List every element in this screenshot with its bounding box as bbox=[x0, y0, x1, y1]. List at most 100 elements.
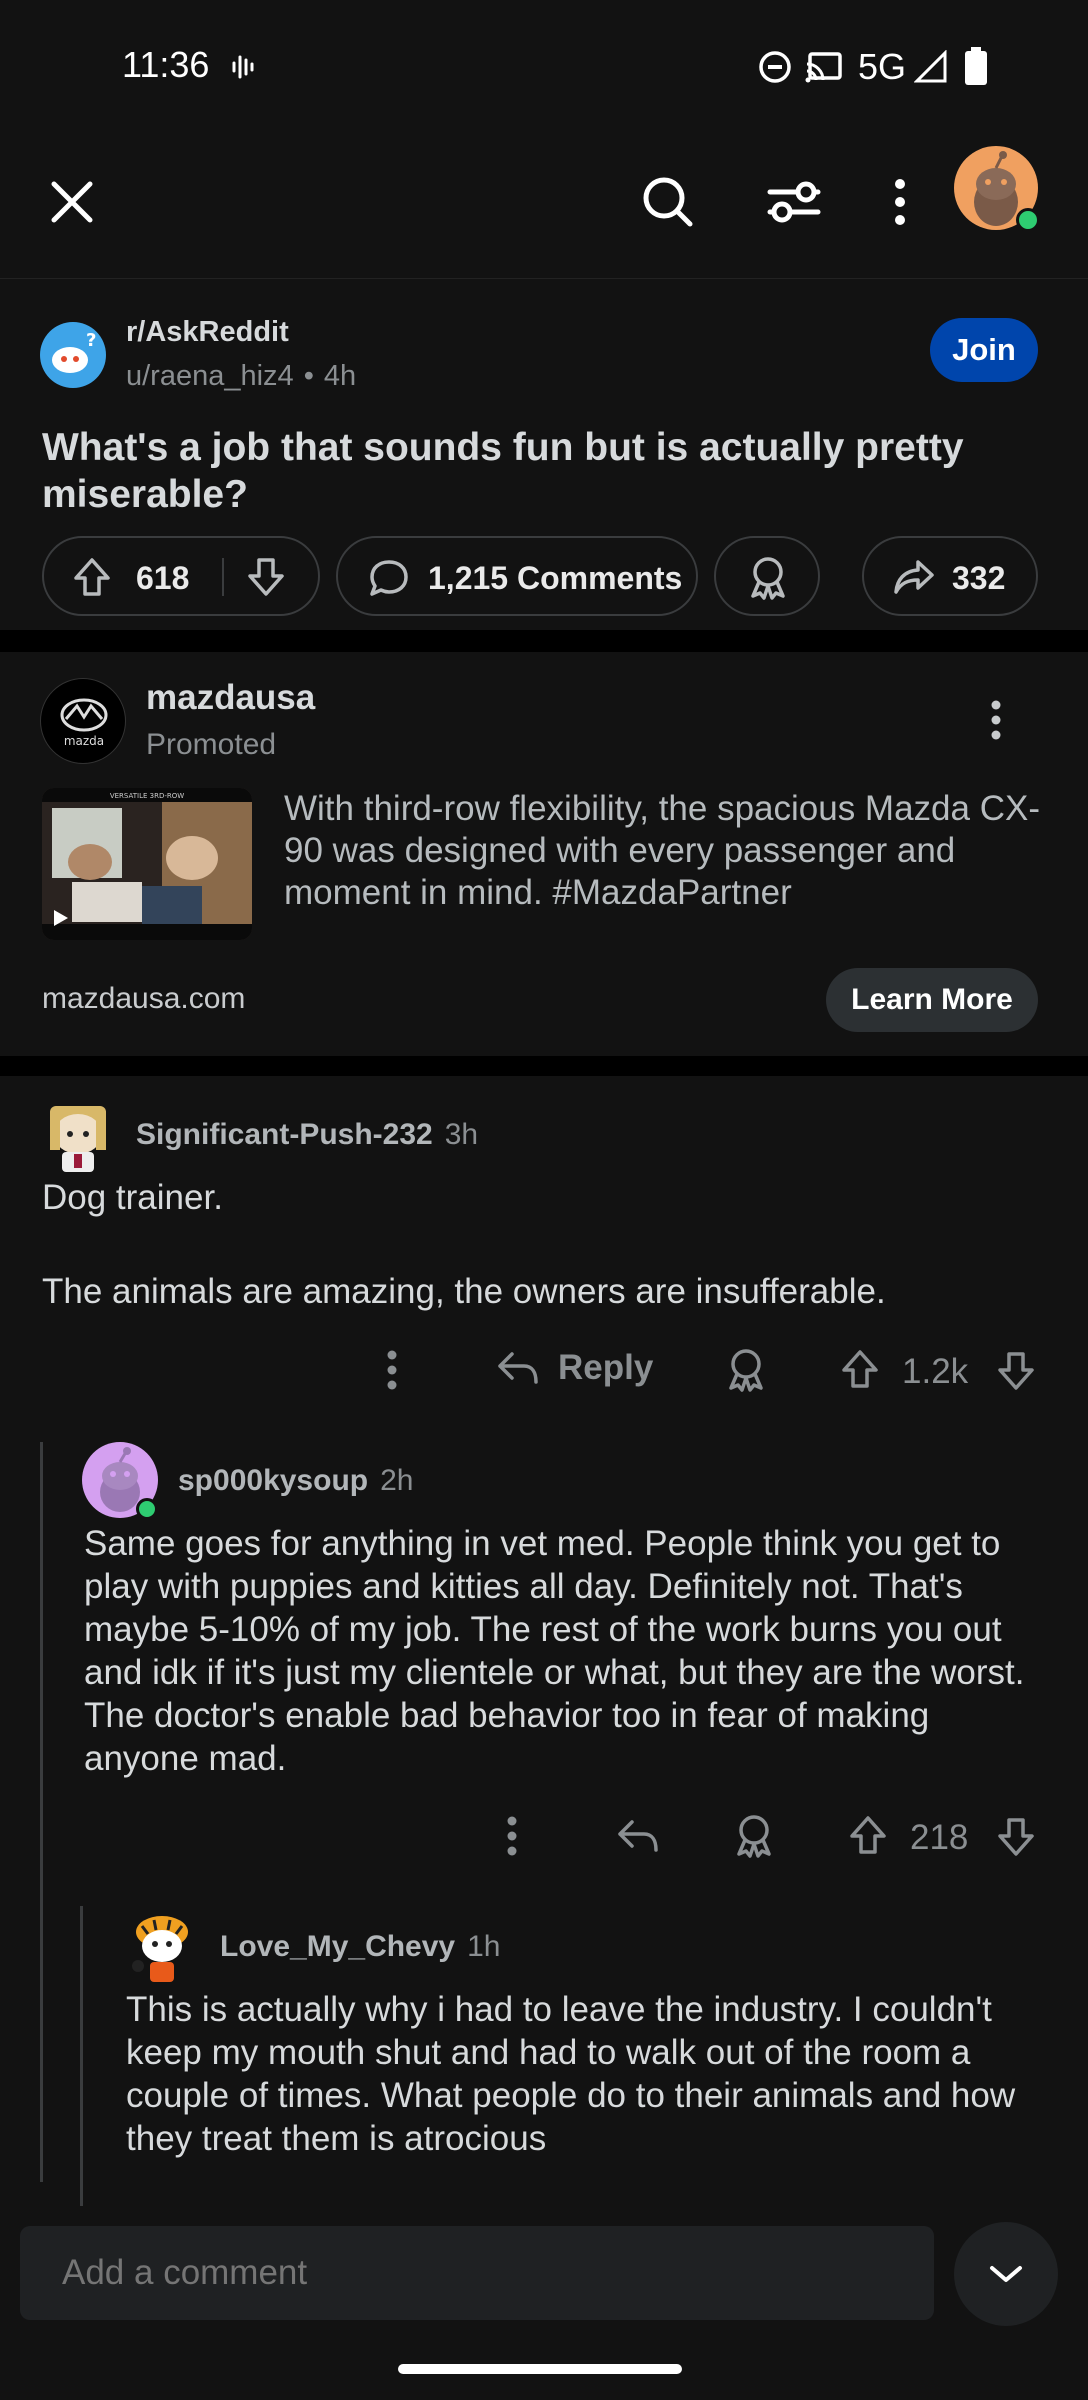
comment-author[interactable]: Significant-Push-232 bbox=[136, 1118, 433, 1152]
comment-upvote-button[interactable] bbox=[840, 1348, 880, 1390]
join-button[interactable]: Join bbox=[930, 318, 1038, 382]
post-age: 4h bbox=[323, 360, 357, 392]
comment-author[interactable]: Love_My_Chevy bbox=[220, 1930, 455, 1964]
askreddit-icon: ? bbox=[40, 322, 106, 388]
online-indicator bbox=[1016, 208, 1040, 232]
subreddit-name[interactable]: r/AskReddit bbox=[126, 316, 289, 349]
comment-body-line: Dog trainer. bbox=[42, 1178, 223, 1217]
post-score: 618 bbox=[136, 560, 190, 596]
search-icon bbox=[643, 177, 693, 227]
ad-video-thumbnail[interactable]: VERSATILE 3RD-ROW bbox=[42, 788, 252, 940]
vote-pill: 618 bbox=[42, 536, 320, 616]
more-vertical-icon bbox=[507, 1816, 517, 1856]
learn-more-button[interactable]: Learn More bbox=[826, 968, 1038, 1032]
thread-line[interactable] bbox=[80, 1906, 83, 2208]
commenter-avatar[interactable] bbox=[124, 1908, 200, 1984]
vote-divider bbox=[222, 558, 224, 596]
reply-icon bbox=[618, 1820, 658, 1852]
status-time: 11:36 bbox=[122, 44, 210, 85]
award-icon bbox=[737, 1815, 771, 1858]
downvote-icon bbox=[998, 1352, 1034, 1390]
chevron-down-icon bbox=[990, 2266, 1022, 2282]
advertiser-avatar[interactable]: mazda bbox=[40, 678, 126, 764]
downvote-icon bbox=[248, 558, 284, 596]
comment-downvote-button[interactable] bbox=[996, 1816, 1036, 1858]
comment-upvote-button[interactable] bbox=[848, 1814, 888, 1856]
network-label: 5G bbox=[858, 46, 907, 87]
home-indicator[interactable] bbox=[398, 2364, 682, 2374]
commenter-avatar[interactable] bbox=[82, 1442, 158, 1520]
more-vertical-icon bbox=[991, 700, 1001, 740]
section-divider bbox=[0, 1056, 1088, 1076]
comment-meta: sp000kysoup 2h bbox=[178, 1464, 413, 1498]
comment-more-button[interactable] bbox=[500, 1814, 524, 1858]
comment-body: This is actually why i had to leave the … bbox=[126, 1990, 1016, 2158]
add-comment-input[interactable] bbox=[20, 2226, 934, 2320]
commenter-avatar[interactable] bbox=[40, 1098, 116, 1174]
reply-button[interactable]: Reply bbox=[496, 1348, 653, 1388]
search-button[interactable] bbox=[640, 174, 696, 230]
online-indicator bbox=[136, 1498, 158, 1520]
sound-wave-icon bbox=[230, 52, 260, 82]
post-meta: u/raena_hiz4 • 4h bbox=[126, 360, 356, 393]
subreddit-avatar[interactable]: ? bbox=[40, 322, 106, 388]
ad-more-button[interactable] bbox=[984, 698, 1008, 742]
share-button[interactable]: 332 bbox=[862, 536, 1038, 616]
award-icon bbox=[729, 1349, 763, 1392]
nav-divider bbox=[0, 278, 1088, 279]
upvote-icon bbox=[842, 1350, 878, 1388]
comment-author[interactable]: sp000kysoup bbox=[178, 1464, 368, 1498]
ad-body[interactable]: With third-row flexibility, the spacious… bbox=[284, 788, 1040, 914]
reply-button[interactable] bbox=[616, 1816, 660, 1856]
cast-icon bbox=[804, 50, 844, 84]
close-icon bbox=[51, 181, 93, 223]
reply-label: Reply bbox=[558, 1348, 654, 1387]
more-vertical-icon bbox=[895, 179, 905, 225]
ad-domain[interactable]: mazdausa.com bbox=[42, 982, 245, 1016]
comment-score: 218 bbox=[910, 1818, 969, 1857]
comment-downvote-button[interactable] bbox=[996, 1350, 1036, 1392]
share-count: 332 bbox=[952, 560, 1006, 596]
comment-body: Same goes for anything in vet med. Peopl… bbox=[84, 1524, 1025, 1778]
comment-award-button[interactable] bbox=[732, 1812, 776, 1858]
car-interior-image: VERSATILE 3RD-ROW bbox=[42, 788, 252, 940]
post-title[interactable]: What's a job that sounds fun but is actu… bbox=[42, 424, 1032, 518]
comment-meta: Love_My_Chevy 1h bbox=[220, 1930, 500, 1964]
mazda-logo-icon: mazda bbox=[60, 698, 108, 748]
close-button[interactable] bbox=[44, 174, 100, 230]
comment-score: 1.2k bbox=[902, 1352, 969, 1391]
battery-icon bbox=[964, 46, 988, 86]
advertiser-name[interactable]: mazdausa bbox=[146, 678, 315, 718]
award-icon bbox=[746, 554, 790, 600]
award-button[interactable] bbox=[714, 536, 820, 616]
share-icon bbox=[892, 556, 936, 598]
sort-filter-button[interactable] bbox=[766, 176, 822, 228]
collapse-button[interactable] bbox=[954, 2222, 1058, 2326]
more-vertical-icon bbox=[387, 1350, 397, 1390]
filter-icon bbox=[767, 181, 821, 223]
reply-icon bbox=[498, 1352, 538, 1384]
comment-award-button[interactable] bbox=[724, 1346, 768, 1392]
upvote-button[interactable] bbox=[72, 556, 112, 598]
comment-age: 3h bbox=[444, 1118, 479, 1151]
play-icon bbox=[52, 908, 70, 928]
post-author[interactable]: u/raena_hiz4 bbox=[126, 360, 294, 393]
promoted-badge: Promoted bbox=[146, 728, 277, 761]
more-options-button[interactable] bbox=[888, 176, 912, 228]
logo-text: mazda bbox=[64, 734, 104, 748]
upvote-icon bbox=[850, 1816, 886, 1854]
comments-button[interactable]: 1,215 Comments bbox=[336, 536, 698, 616]
thread-line[interactable] bbox=[40, 1442, 43, 2182]
comment-age: 2h bbox=[380, 1464, 414, 1497]
svg-text:?: ? bbox=[86, 330, 96, 351]
comment-more-button[interactable] bbox=[380, 1348, 404, 1392]
tiger-snoo-avatar-icon bbox=[132, 1916, 188, 1982]
comment-body-line: The animals are amazing, the owners are … bbox=[42, 1272, 886, 1311]
comment-meta: Significant-Push-232 3h bbox=[136, 1118, 478, 1152]
downvote-button[interactable] bbox=[246, 556, 286, 598]
comment-age: 1h bbox=[467, 1930, 501, 1963]
comment-icon bbox=[368, 558, 410, 598]
do-not-disturb-icon bbox=[758, 50, 792, 84]
downvote-icon bbox=[998, 1818, 1034, 1856]
user-avatar[interactable] bbox=[954, 146, 1040, 232]
